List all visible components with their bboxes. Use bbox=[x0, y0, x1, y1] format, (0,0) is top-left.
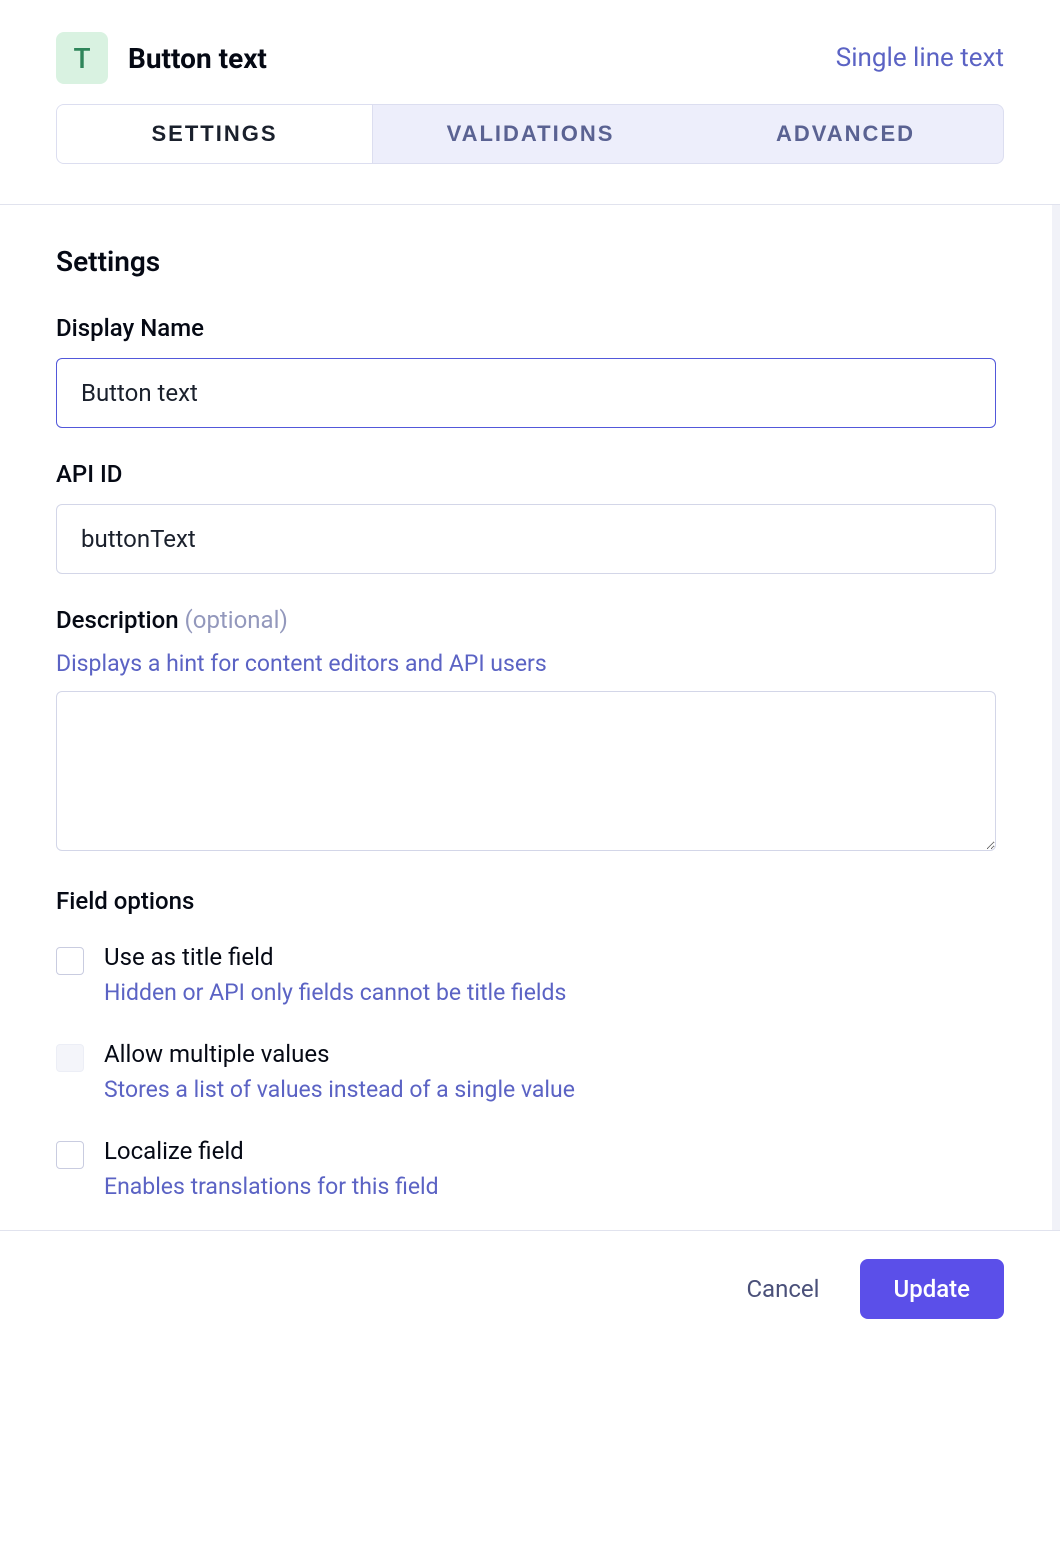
option-title-field: Use as title field Hidden or API only fi… bbox=[56, 943, 996, 1006]
description-group: Description (optional) Displays a hint f… bbox=[56, 606, 996, 855]
cancel-button[interactable]: Cancel bbox=[746, 1275, 819, 1303]
field-title: Button text bbox=[128, 42, 267, 75]
modal-footer: Cancel Update bbox=[0, 1231, 1060, 1347]
description-hint: Displays a hint for content editors and … bbox=[56, 650, 996, 677]
description-label: Description (optional) bbox=[56, 606, 996, 634]
option-desc: Hidden or API only fields cannot be titl… bbox=[104, 979, 566, 1006]
modal-header: T Button text Single line text bbox=[0, 0, 1060, 104]
field-options-title: Field options bbox=[56, 887, 996, 915]
checkbox-multiple-values bbox=[56, 1044, 84, 1072]
api-id-label: API ID bbox=[56, 460, 996, 488]
section-title: Settings bbox=[56, 245, 996, 278]
option-title: Localize field bbox=[104, 1137, 439, 1165]
option-title: Allow multiple values bbox=[104, 1040, 575, 1068]
header-left: T Button text bbox=[56, 32, 267, 84]
tabs: SETTINGS VALIDATIONS ADVANCED bbox=[56, 104, 1004, 164]
display-name-input[interactable] bbox=[56, 358, 996, 428]
field-type-label: Single line text bbox=[836, 43, 1004, 73]
checkbox-localize-field[interactable] bbox=[56, 1141, 84, 1169]
display-name-group: Display Name bbox=[56, 314, 996, 428]
text-type-icon: T bbox=[56, 32, 108, 84]
description-optional: (optional) bbox=[185, 606, 288, 634]
api-id-group: API ID bbox=[56, 460, 996, 574]
option-desc: Enables translations for this field bbox=[104, 1173, 439, 1200]
option-label: Use as title field Hidden or API only fi… bbox=[104, 943, 566, 1006]
tab-settings[interactable]: SETTINGS bbox=[57, 105, 373, 163]
option-desc: Stores a list of values instead of a sin… bbox=[104, 1076, 575, 1103]
tab-advanced[interactable]: ADVANCED bbox=[688, 105, 1003, 163]
description-textarea[interactable] bbox=[56, 691, 996, 851]
content-scroll[interactable]: Settings Display Name API ID Description… bbox=[0, 205, 1060, 1230]
tab-validations[interactable]: VALIDATIONS bbox=[373, 105, 688, 163]
update-button[interactable]: Update bbox=[860, 1259, 1005, 1319]
display-name-label: Display Name bbox=[56, 314, 996, 342]
option-multiple-values: Allow multiple values Stores a list of v… bbox=[56, 1040, 996, 1103]
option-title: Use as title field bbox=[104, 943, 566, 971]
option-label: Allow multiple values Stores a list of v… bbox=[104, 1040, 575, 1103]
checkbox-title-field[interactable] bbox=[56, 947, 84, 975]
description-label-text: Description bbox=[56, 606, 179, 634]
api-id-input[interactable] bbox=[56, 504, 996, 574]
option-localize-field: Localize field Enables translations for … bbox=[56, 1137, 996, 1200]
option-label: Localize field Enables translations for … bbox=[104, 1137, 439, 1200]
